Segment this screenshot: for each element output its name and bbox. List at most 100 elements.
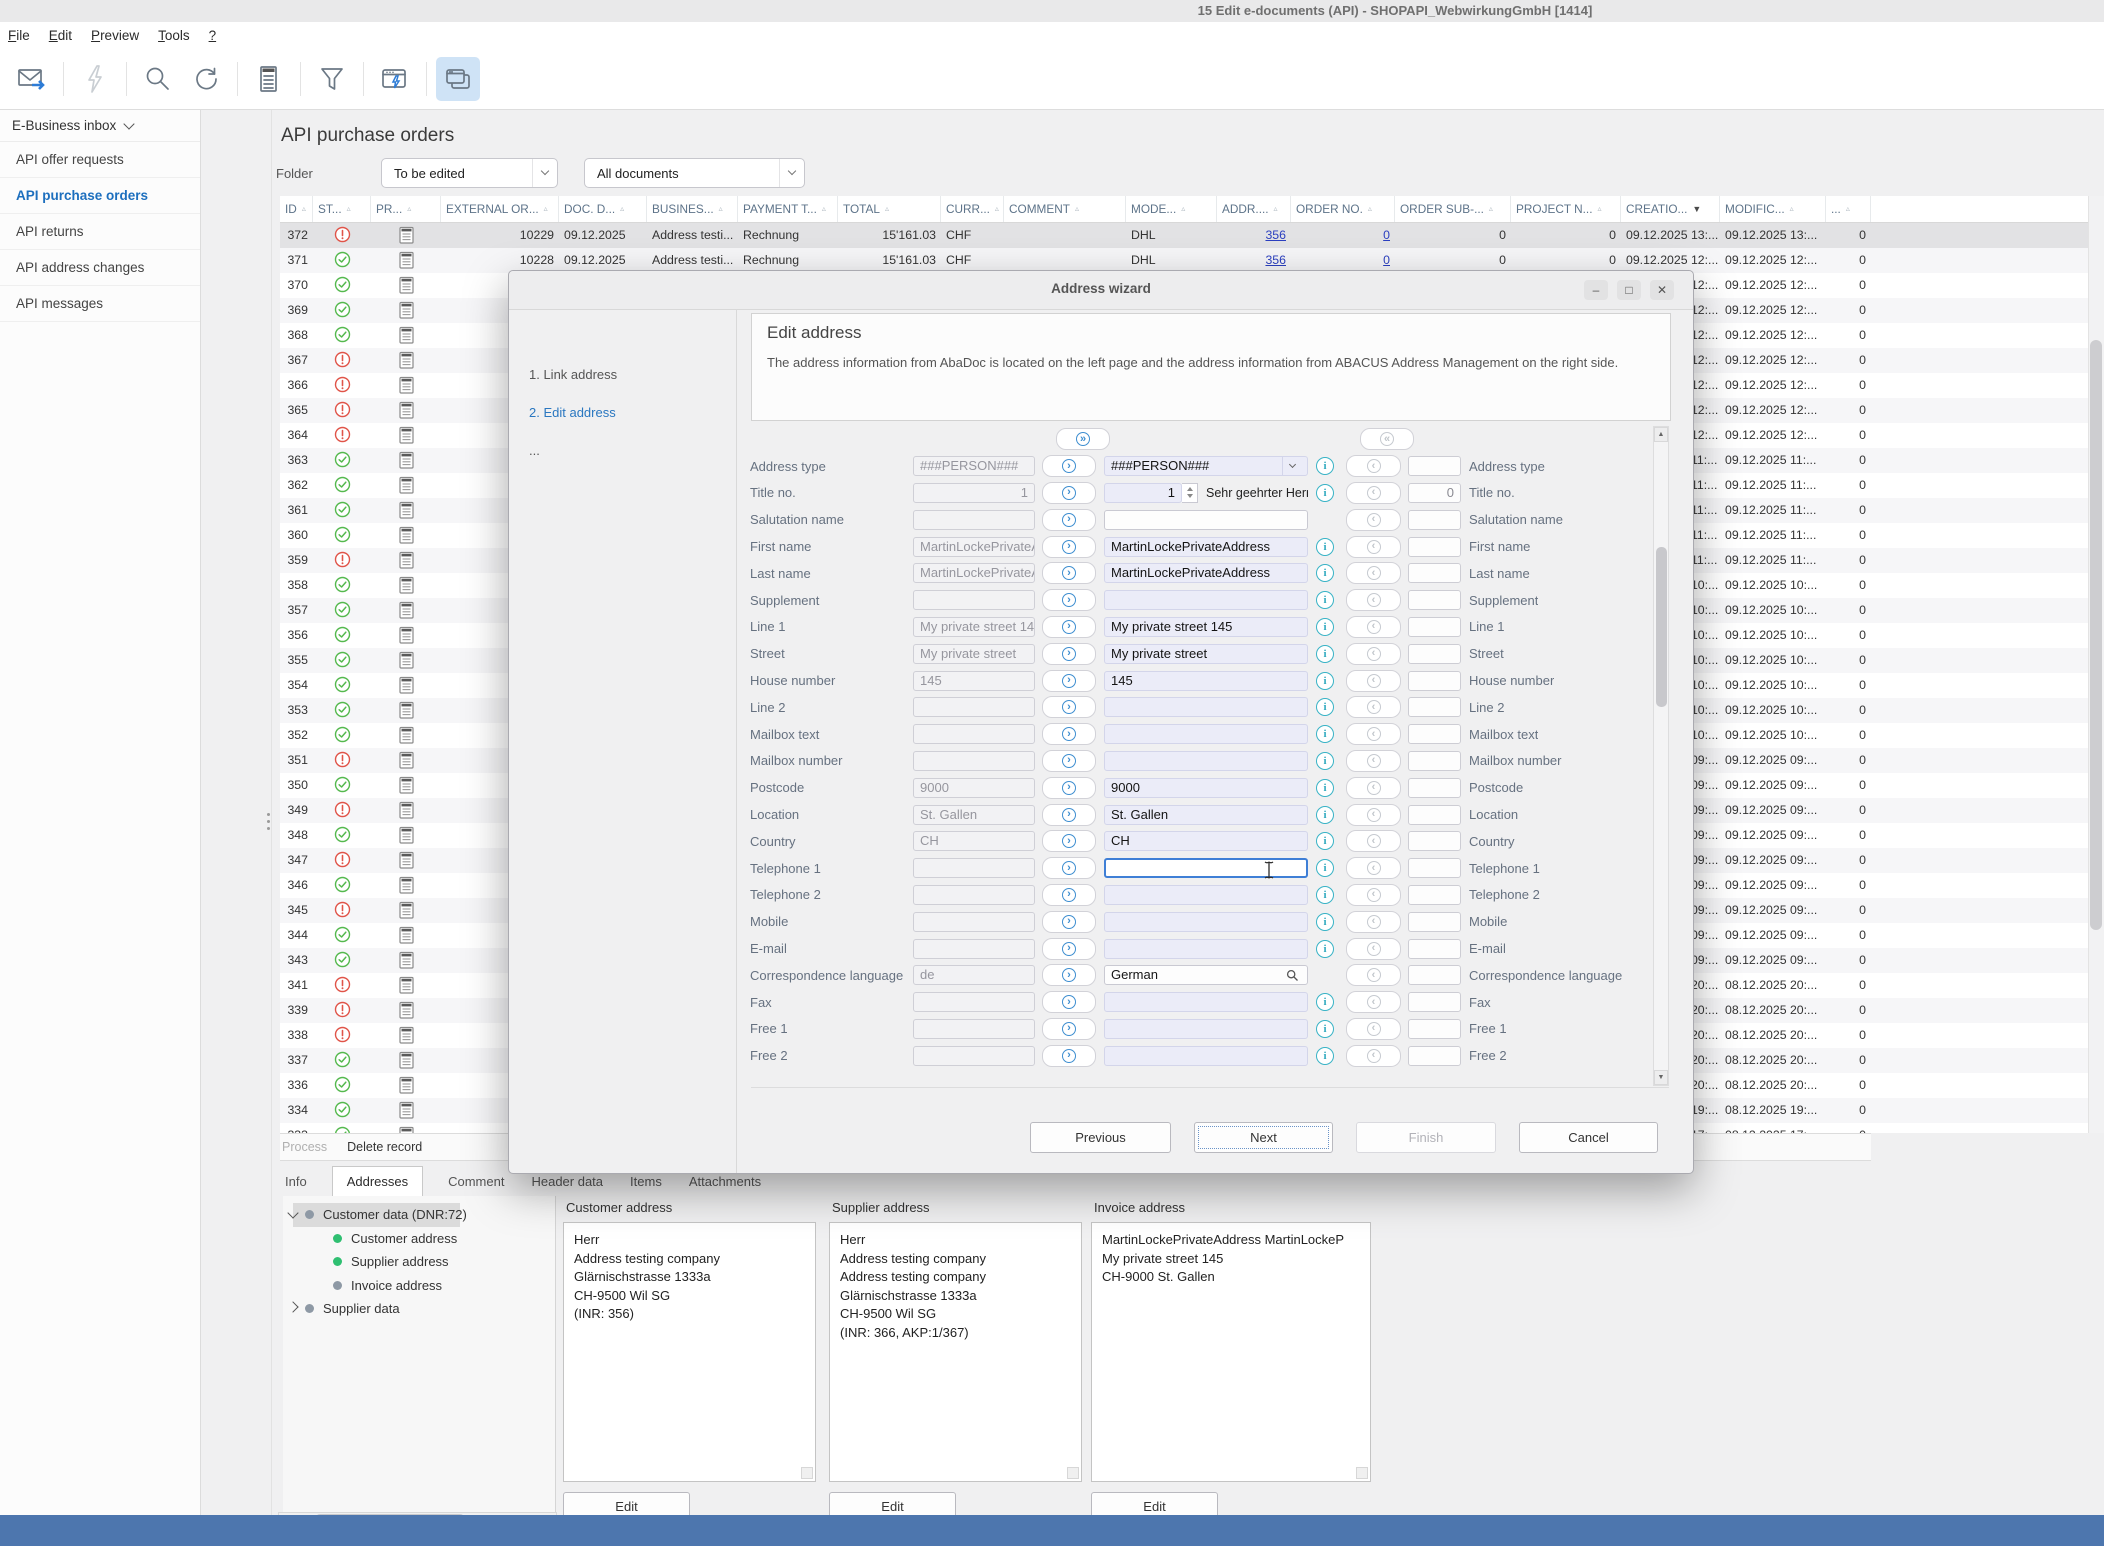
supplement-abacus-input[interactable] xyxy=(1104,590,1308,610)
menu-item-help[interactable]: ? xyxy=(209,28,217,43)
minimize-button[interactable]: – xyxy=(1584,280,1608,300)
line-1-target-input[interactable] xyxy=(1408,617,1461,637)
menu-item-tools[interactable]: Tools xyxy=(158,28,190,43)
wizard-step-3[interactable]: ... xyxy=(529,443,540,458)
preview-doc-icon[interactable] xyxy=(371,673,441,698)
folder-select[interactable]: To be edited xyxy=(381,158,558,188)
preview-doc-icon[interactable] xyxy=(371,448,441,473)
last-name-target-input[interactable] xyxy=(1408,563,1461,583)
chevron-down-icon[interactable] xyxy=(1282,457,1301,475)
menu-item-preview[interactable]: Preview xyxy=(91,28,139,43)
transfer-left-button[interactable]: ‹ xyxy=(1346,991,1401,1013)
cell-orderno[interactable]: 0 xyxy=(1291,223,1395,248)
form-scrollbar-thumb[interactable] xyxy=(1656,547,1667,707)
mobile-target-input[interactable] xyxy=(1408,912,1461,932)
toolbar-window-lightning-icon[interactable] xyxy=(373,57,417,101)
location-abacus-input[interactable]: St. Gallen xyxy=(1104,805,1308,825)
form-scrollbar[interactable]: ▲ ▼ xyxy=(1653,426,1669,1086)
transfer-left-button[interactable]: ‹ xyxy=(1346,777,1401,799)
transfer-right-button[interactable]: › xyxy=(1042,536,1096,558)
preview-doc-icon[interactable] xyxy=(371,998,441,1023)
tree-node-customer-data-dnr-72-[interactable]: Customer data (DNR:72) xyxy=(283,1203,555,1227)
column-header-pay[interactable]: PAYMENT T...▵ xyxy=(738,196,838,222)
transfer-left-button[interactable]: ‹ xyxy=(1346,616,1401,638)
transfer-left-button[interactable]: ‹ xyxy=(1346,938,1401,960)
column-header-orderno[interactable]: ORDER NO.▵ xyxy=(1291,196,1395,222)
preview-doc-icon[interactable] xyxy=(371,1023,441,1048)
mobile-abacus-input[interactable] xyxy=(1104,912,1308,932)
transfer-all-left-button[interactable]: « xyxy=(1360,428,1414,450)
magnifier-icon[interactable] xyxy=(1286,969,1301,982)
preview-doc-icon[interactable] xyxy=(371,1123,441,1133)
transfer-left-button[interactable]: ‹ xyxy=(1346,509,1401,531)
transfer-left-button[interactable]: ‹ xyxy=(1346,589,1401,611)
sidebar-item-api-purchase-orders[interactable]: API purchase orders xyxy=(0,178,200,214)
tab-addresses[interactable]: Addresses xyxy=(332,1166,423,1196)
next-button[interactable]: Next xyxy=(1194,1122,1333,1153)
transfer-left-button[interactable]: ‹ xyxy=(1346,1018,1401,1040)
column-header-ordersub[interactable]: ORDER SUB-...▵ xyxy=(1395,196,1511,222)
spinner-control[interactable] xyxy=(1182,483,1198,503)
wizard-step-2[interactable]: 2. Edit address xyxy=(529,405,616,420)
transfer-left-button[interactable]: ‹ xyxy=(1346,723,1401,745)
previous-button[interactable]: Previous xyxy=(1030,1122,1171,1153)
transfer-right-button[interactable]: › xyxy=(1042,723,1096,745)
column-header-bus[interactable]: BUSINES...▵ xyxy=(647,196,738,222)
info-icon[interactable]: i xyxy=(1316,940,1334,958)
preview-doc-icon[interactable] xyxy=(371,223,441,248)
info-icon[interactable]: i xyxy=(1316,913,1334,931)
telephone-1-target-input[interactable] xyxy=(1408,858,1461,878)
toolbar-filter-icon[interactable] xyxy=(310,57,354,101)
preview-doc-icon[interactable] xyxy=(371,398,441,423)
column-header-curr[interactable]: CURR...▵ xyxy=(941,196,1004,222)
transfer-all-right-button[interactable]: » xyxy=(1056,428,1110,450)
sidebar-item-api-address-changes[interactable]: API address changes xyxy=(0,250,200,286)
preview-doc-icon[interactable] xyxy=(371,748,441,773)
splitter-handle[interactable] xyxy=(266,800,271,842)
street-abacus-input[interactable]: My private street xyxy=(1104,644,1308,664)
toolbar-windows-icon[interactable] xyxy=(436,57,480,101)
salutation-name-target-input[interactable] xyxy=(1408,510,1461,530)
column-header-creation[interactable]: CREATIO...▼ xyxy=(1621,196,1720,222)
column-header-ext[interactable]: EXTERNAL OR...▵ xyxy=(441,196,559,222)
transfer-left-button[interactable]: ‹ xyxy=(1346,670,1401,692)
column-header-addr[interactable]: ADDR....▵ xyxy=(1217,196,1291,222)
cell-addr[interactable]: 356 xyxy=(1217,223,1291,248)
transfer-right-button[interactable]: › xyxy=(1042,643,1096,665)
preview-doc-icon[interactable] xyxy=(371,1073,441,1098)
info-icon[interactable]: i xyxy=(1316,457,1334,475)
country-abacus-input[interactable]: CH xyxy=(1104,831,1308,851)
info-icon[interactable]: i xyxy=(1316,538,1334,556)
preview-doc-icon[interactable] xyxy=(371,473,441,498)
free-1-abacus-input[interactable] xyxy=(1104,1019,1308,1039)
e-mail-abacus-input[interactable] xyxy=(1104,939,1308,959)
tree-node-supplier-data[interactable]: Supplier data xyxy=(283,1297,555,1321)
info-icon[interactable]: i xyxy=(1316,993,1334,1011)
mailbox-text-target-input[interactable] xyxy=(1408,724,1461,744)
location-target-input[interactable] xyxy=(1408,805,1461,825)
info-icon[interactable]: i xyxy=(1316,752,1334,770)
column-header-pr[interactable]: PR...▵ xyxy=(371,196,441,222)
transfer-right-button[interactable]: › xyxy=(1042,616,1096,638)
info-icon[interactable]: i xyxy=(1316,672,1334,690)
preview-doc-icon[interactable] xyxy=(371,498,441,523)
info-icon[interactable]: i xyxy=(1316,886,1334,904)
address-type-abacus-input[interactable]: ###PERSON### xyxy=(1104,456,1308,476)
tab-info[interactable]: Info xyxy=(283,1167,309,1196)
transfer-right-button[interactable]: › xyxy=(1042,589,1096,611)
preview-doc-icon[interactable] xyxy=(371,248,441,273)
tree-node-invoice-address[interactable]: Invoice address xyxy=(283,1274,555,1298)
preview-doc-icon[interactable] xyxy=(371,798,441,823)
scroll-down-icon[interactable]: ▼ xyxy=(1654,1070,1668,1085)
column-header-comment[interactable]: COMMENT▵ xyxy=(1004,196,1126,222)
transfer-left-button[interactable]: ‹ xyxy=(1346,536,1401,558)
column-header-doc[interactable]: DOC. D...▵ xyxy=(559,196,647,222)
column-header-total[interactable]: TOTAL▵ xyxy=(838,196,941,222)
info-icon[interactable]: i xyxy=(1316,859,1334,877)
preview-doc-icon[interactable] xyxy=(371,948,441,973)
maximize-button[interactable]: □ xyxy=(1617,280,1641,300)
transfer-left-button[interactable]: ‹ xyxy=(1346,830,1401,852)
transfer-left-button[interactable]: ‹ xyxy=(1346,857,1401,879)
free-2-target-input[interactable] xyxy=(1408,1046,1461,1066)
line-2-target-input[interactable] xyxy=(1408,697,1461,717)
